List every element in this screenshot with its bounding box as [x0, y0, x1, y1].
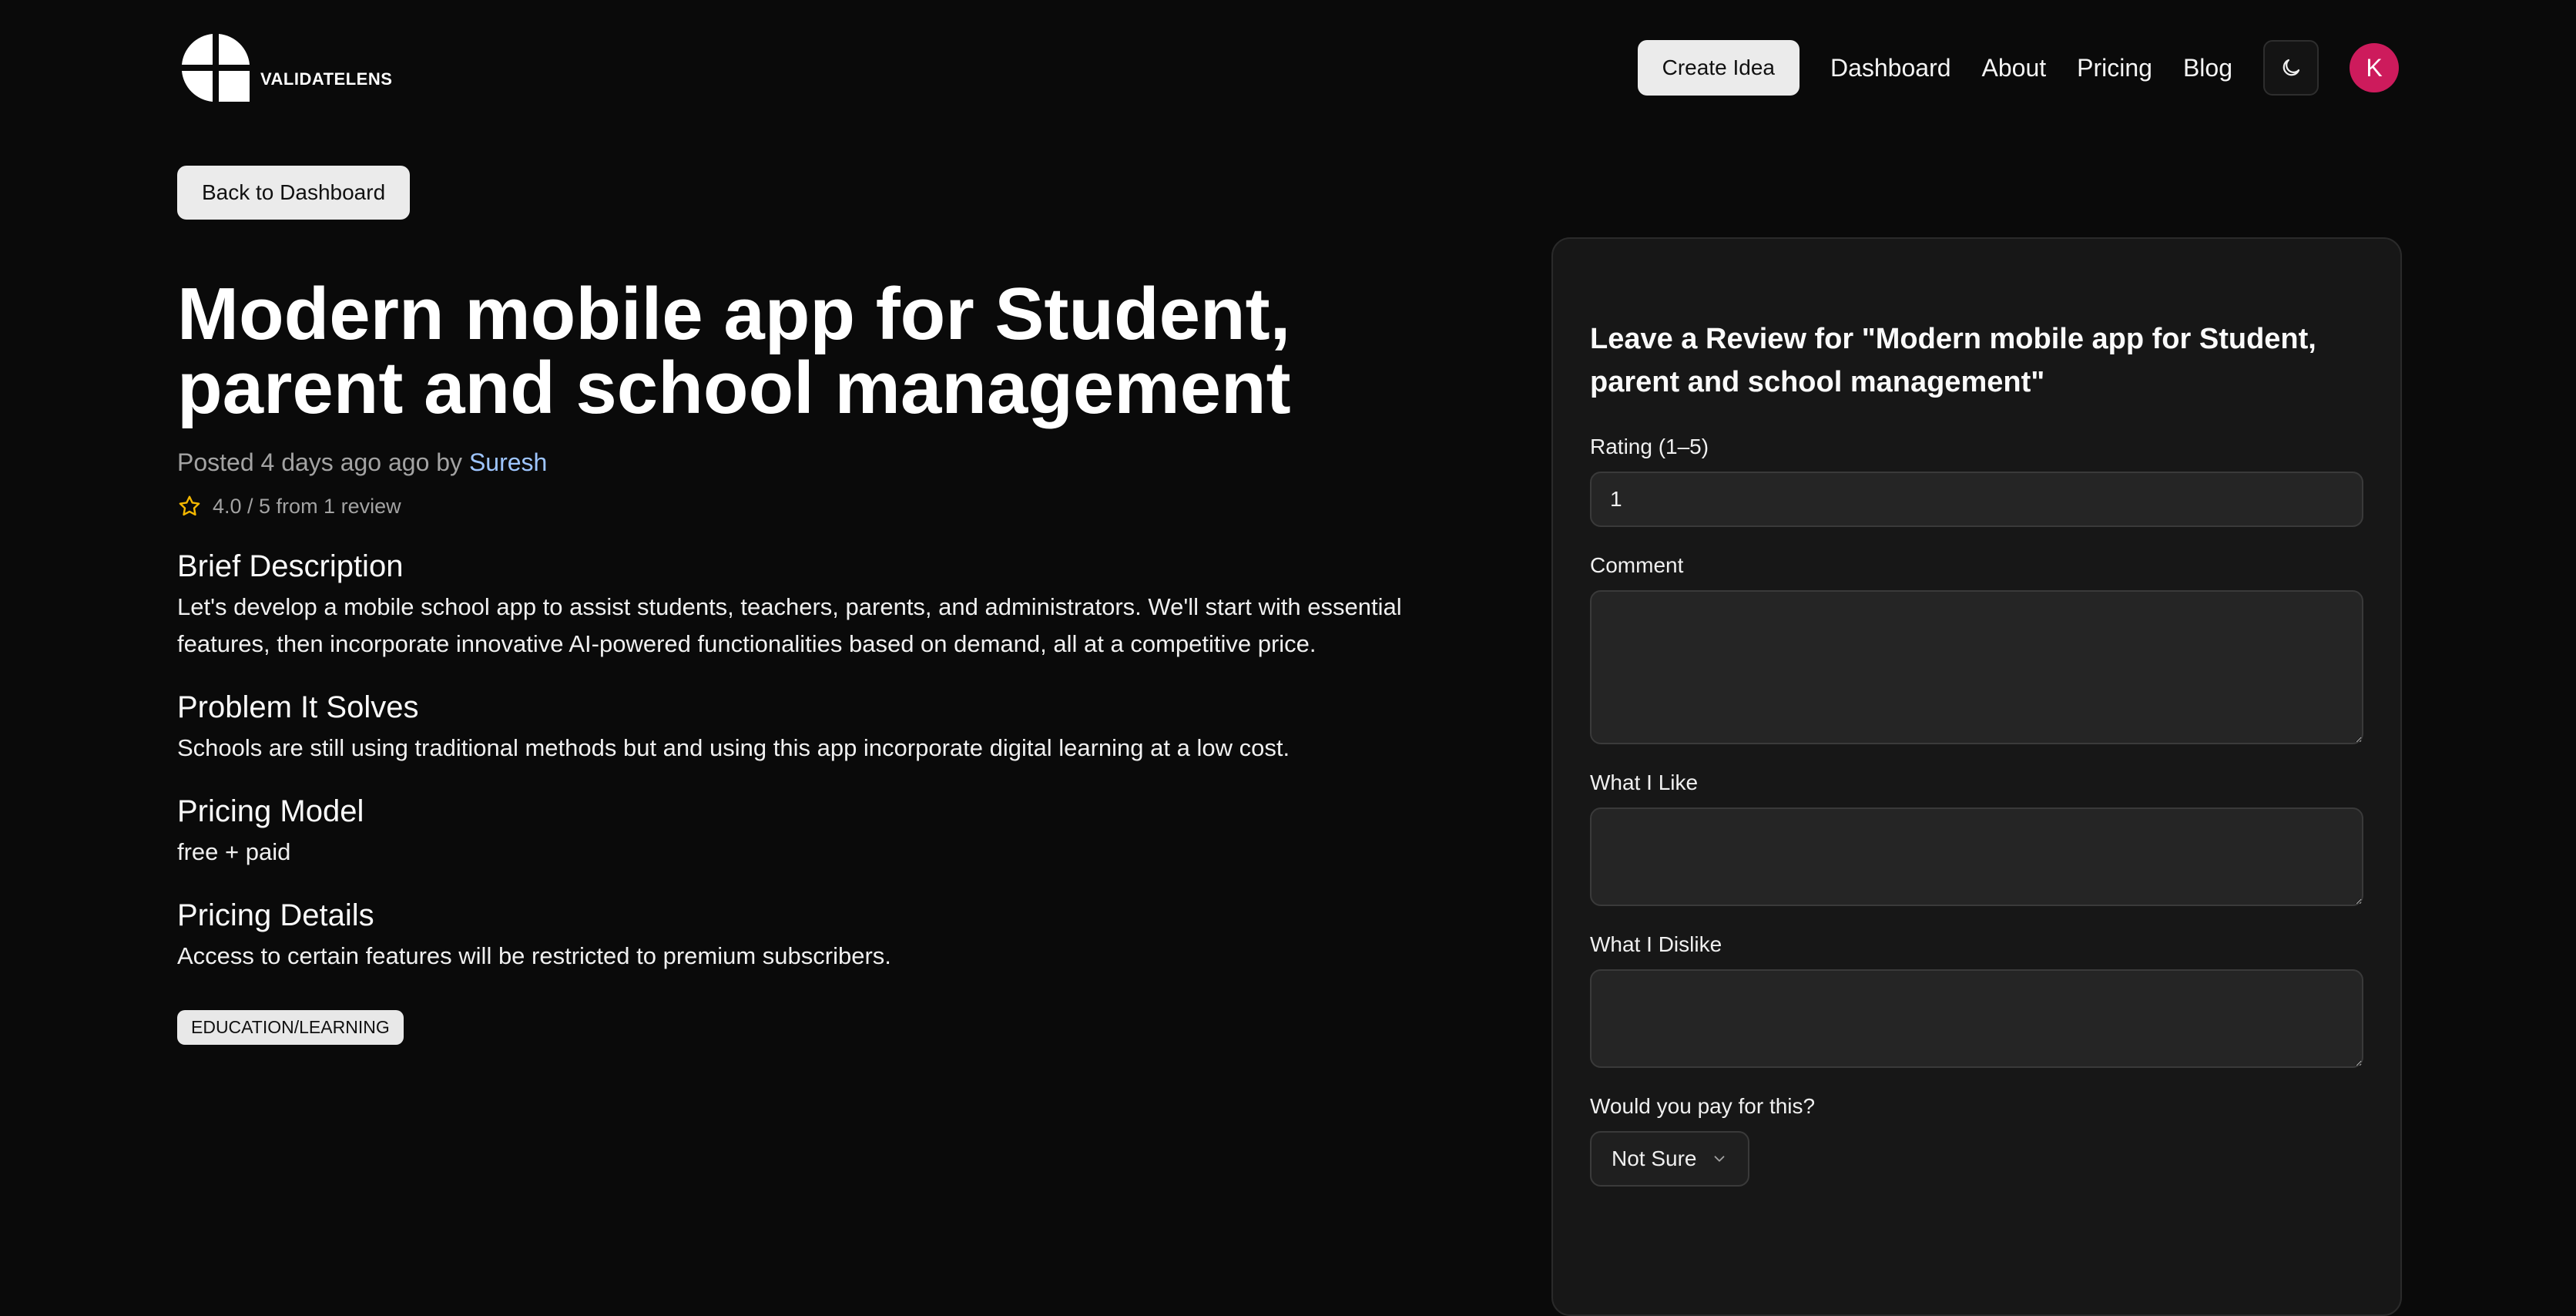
moon-icon: [2283, 59, 2300, 76]
like-label: What I Like: [1590, 770, 1699, 794]
rating-summary: 4.0 / 5 from 1 review: [177, 494, 1487, 519]
comment-label: Comment: [1590, 553, 1684, 577]
chevron-down-icon: [1714, 1156, 1724, 1162]
idea-details: Modern mobile app for Student, parent an…: [177, 277, 1487, 1045]
nav-link-about[interactable]: About: [1982, 54, 2047, 82]
review-form-card: Leave a Review for "Modern mobile app fo…: [1551, 237, 2402, 1316]
back-to-dashboard-button[interactable]: Back to Dashboard: [177, 166, 411, 220]
pay-select[interactable]: Not Sure: [1590, 1131, 1749, 1187]
posted-text: Posted 4 days ago ago by: [177, 448, 469, 476]
main-nav: Create Idea Dashboard About Pricing Blog…: [1637, 40, 2399, 96]
pay-select-value: Not Sure: [1612, 1146, 1697, 1170]
pay-field: Would you pay for this? Not Sure: [1590, 1094, 2363, 1187]
idea-title: Modern mobile app for Student, parent an…: [177, 273, 1291, 429]
section-pricing-model: Pricing Model free + paid: [177, 794, 1487, 871]
logo-icon: [182, 34, 250, 102]
section-body: Let's develop a mobile school app to ass…: [177, 593, 1402, 657]
section-heading: Problem It Solves: [177, 690, 419, 724]
section-heading: Brief Description: [177, 549, 404, 583]
star-icon: [179, 495, 200, 516]
nav-link-blog[interactable]: Blog: [2183, 54, 2232, 82]
section-pricing-details: Pricing Details Access to certain featur…: [177, 898, 1487, 975]
rating-input[interactable]: [1590, 472, 2363, 527]
comment-field: Comment: [1590, 553, 2363, 744]
section-problem-it-solves: Problem It Solves Schools are still usin…: [177, 690, 1487, 767]
section-body: Access to certain features will be restr…: [177, 942, 891, 969]
section-heading: Pricing Model: [177, 794, 364, 828]
section-brief-description: Brief Description Let's develop a mobile…: [177, 549, 1487, 663]
create-idea-button[interactable]: Create Idea: [1637, 40, 1800, 96]
top-navbar: VALIDATELENS Create Idea Dashboard About…: [177, 28, 2399, 108]
theme-toggle-button[interactable]: [2263, 40, 2319, 96]
posted-meta: Posted 4 days ago ago by Suresh: [177, 448, 1487, 477]
like-field: What I Like: [1590, 770, 2363, 906]
section-heading: Pricing Details: [177, 898, 374, 932]
dislike-textarea[interactable]: [1590, 969, 2363, 1068]
section-body: free + paid: [177, 838, 291, 865]
dislike-field: What I Dislike: [1590, 932, 2363, 1068]
rating-field: Rating (1–5): [1590, 435, 2363, 527]
user-avatar[interactable]: K: [2350, 43, 2399, 92]
author-link[interactable]: Suresh: [469, 448, 547, 476]
nav-link-pricing[interactable]: Pricing: [2077, 54, 2152, 82]
section-body: Schools are still using traditional meth…: [177, 734, 1290, 761]
category-tag: EDUCATION/LEARNING: [177, 1010, 404, 1045]
brand-logo[interactable]: VALIDATELENS: [177, 29, 392, 106]
pay-label: Would you pay for this?: [1590, 1094, 1816, 1118]
review-heading: Leave a Review for "Modern mobile app fo…: [1590, 323, 2316, 398]
dislike-label: What I Dislike: [1590, 932, 1722, 956]
rating-text: 4.0 / 5 from 1 review: [213, 494, 401, 518]
like-textarea[interactable]: [1590, 807, 2363, 906]
comment-textarea[interactable]: [1590, 590, 2363, 744]
rating-label: Rating (1–5): [1590, 435, 1709, 458]
brand-name: VALIDATELENS: [260, 69, 393, 89]
nav-link-dashboard[interactable]: Dashboard: [1830, 54, 1951, 82]
